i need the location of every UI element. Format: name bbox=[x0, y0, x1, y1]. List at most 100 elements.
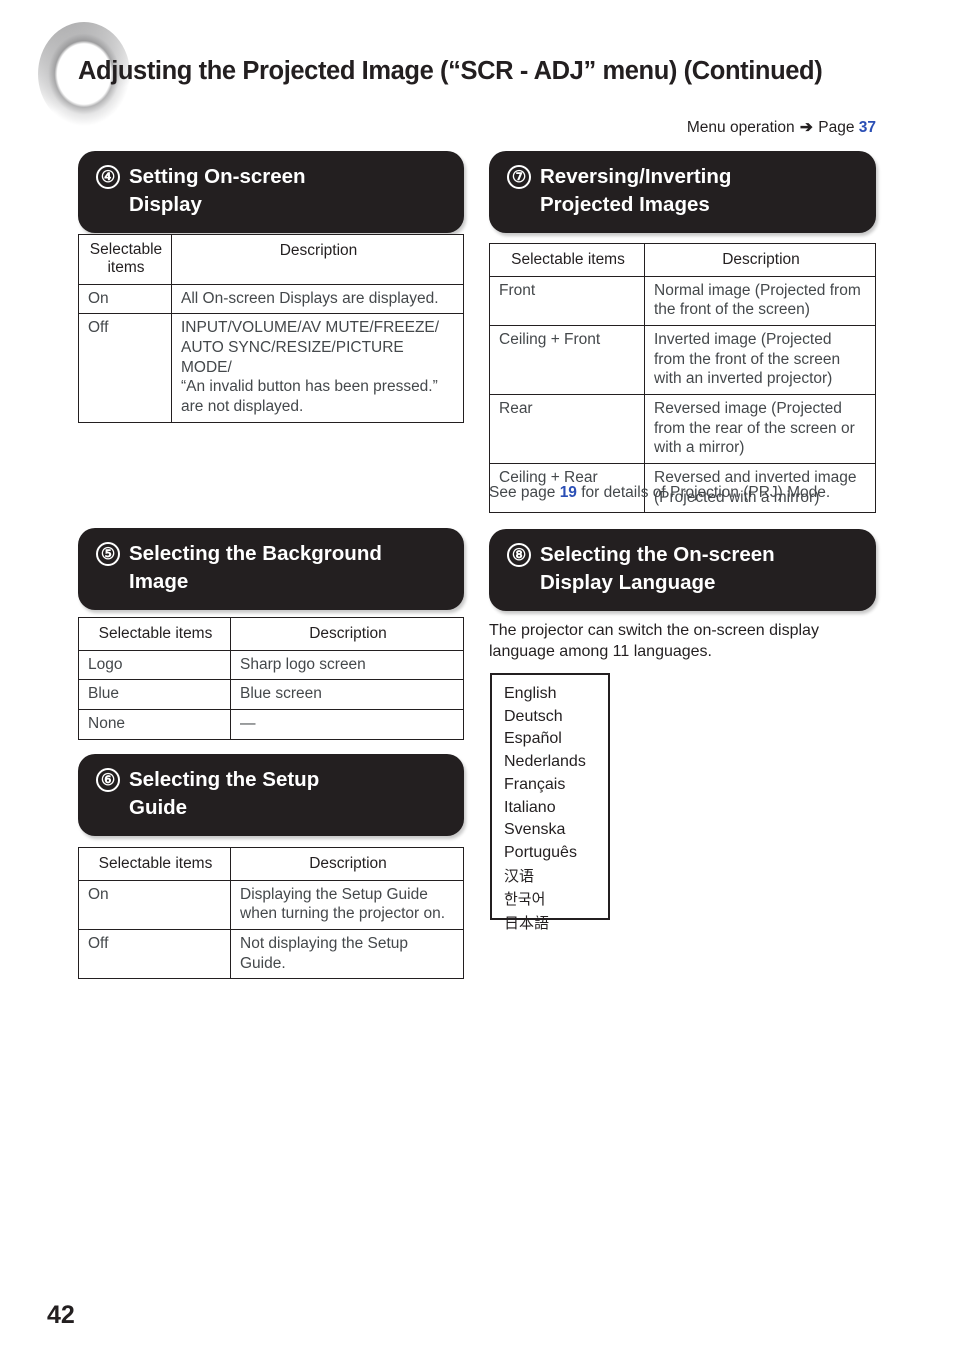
cell-item: Blue bbox=[78, 679, 231, 711]
page-header: Adjusting the Projected Image (“SCR - AD… bbox=[0, 0, 954, 150]
table-header-row: Selectable items Description bbox=[78, 847, 464, 881]
col-header-selectable-items: Selectable items bbox=[78, 847, 231, 881]
language-item[interactable]: 한국어 bbox=[504, 888, 598, 912]
language-item[interactable]: Deutsch bbox=[504, 706, 598, 729]
menu-operation-page-word: Page bbox=[818, 119, 855, 136]
col-header-description: Description bbox=[644, 243, 876, 277]
language-list-box[interactable]: English Deutsch Español Nederlands Franç… bbox=[490, 673, 610, 932]
section-header-pill: ⑤ Selecting the Background Image bbox=[78, 528, 464, 610]
table-row: Off Not displaying the Setup Guide. bbox=[78, 929, 464, 980]
language-description-paragraph: The projector can switch the on-screen d… bbox=[489, 622, 819, 661]
cell-item: None bbox=[78, 709, 231, 740]
section-title-7: Reversing/Inverting Projected Images bbox=[540, 163, 860, 220]
section-number-badge-7: ⑦ bbox=[507, 165, 531, 189]
section-title-8: Selecting the On-screen Display Language bbox=[540, 541, 860, 598]
section-header-pill: ⑥ Selecting the Setup Guide bbox=[78, 754, 464, 836]
language-item[interactable]: English bbox=[504, 683, 598, 706]
table-reversing-inverting-projected-images: Selectable items Description Front Norma… bbox=[489, 243, 876, 514]
table-row: Front Normal image (Projected from the f… bbox=[489, 275, 876, 327]
language-item[interactable]: Svenska bbox=[504, 819, 598, 842]
section-title-line2: Display bbox=[129, 193, 202, 217]
right-arrow-icon: ➔ bbox=[799, 119, 813, 136]
language-item[interactable]: Español bbox=[504, 728, 598, 751]
section-title-6: Selecting the Setup Guide bbox=[129, 766, 448, 823]
footnote-suffix: for details of Projection (PRJ) Mode. bbox=[576, 484, 831, 501]
language-item[interactable]: Português bbox=[504, 842, 598, 865]
cell-item: Rear bbox=[489, 394, 645, 465]
menu-operation-label: Menu operation bbox=[686, 119, 795, 136]
section-title-line1: Reversing/Inverting bbox=[540, 165, 732, 188]
cell-item: Logo bbox=[78, 649, 231, 681]
table-setting-on-screen-display: Selectable items Description On All On-s… bbox=[78, 234, 464, 423]
section-title-line1: Selecting the Background bbox=[129, 542, 382, 565]
section-number-badge-4: ④ bbox=[96, 165, 120, 189]
selectable-items-table: Selectable items Description On Displayi… bbox=[78, 847, 464, 980]
selectable-items-table: Selectable items Description Front Norma… bbox=[489, 243, 876, 514]
cell-description: Reversed image (Projected from the rear … bbox=[644, 394, 876, 465]
language-item[interactable]: 日本語 bbox=[504, 912, 598, 936]
table-row: Rear Reversed image (Projected from the … bbox=[489, 394, 876, 465]
section-title-line2: Image bbox=[129, 570, 189, 594]
col-header-description: Description bbox=[171, 234, 464, 285]
section-selecting-setup-guide: ⑥ Selecting the Setup Guide bbox=[78, 754, 464, 836]
language-item[interactable]: 汉语 bbox=[504, 865, 598, 889]
col-header-description: Description bbox=[230, 617, 464, 651]
col-header-selectable-items: Selectable items bbox=[489, 243, 645, 277]
menu-operation-reference: Menu operation ➔ Page 37 bbox=[687, 118, 876, 137]
table-selecting-background-image: Selectable items Description Logo Sharp … bbox=[78, 617, 464, 740]
selectable-items-table: Selectable items Description On All On-s… bbox=[78, 234, 464, 423]
table-row: Logo Sharp logo screen bbox=[78, 649, 464, 681]
table-row: None — bbox=[78, 709, 464, 740]
cell-item: Off bbox=[78, 929, 231, 980]
section-header-pill: ⑦ Reversing/Inverting Projected Images bbox=[489, 151, 876, 233]
col-header-description: Description bbox=[230, 847, 464, 881]
section-title-line2: Display Language bbox=[540, 571, 716, 595]
col-header-selectable-items: Selectable items bbox=[78, 234, 172, 285]
menu-operation-page-ref[interactable]: 37 bbox=[859, 119, 876, 136]
table-row: Off INPUT/VOLUME/AV MUTE/FREEZE/ AUTO SY… bbox=[78, 313, 464, 423]
section-title-line1: Setting On-screen bbox=[129, 165, 306, 188]
projection-mode-footnote: See page 19 for details of Projection (P… bbox=[489, 484, 830, 502]
footnote-prefix: See page bbox=[489, 484, 560, 501]
cell-description: Normal image (Projected from the front o… bbox=[644, 275, 876, 327]
section-number-badge-8: ⑧ bbox=[507, 543, 531, 567]
cell-item: Ceiling + Front bbox=[489, 325, 645, 396]
section-header-pill: ④ Setting On-screen Display bbox=[78, 151, 464, 233]
cell-description: Not displaying the Setup Guide. bbox=[230, 929, 464, 980]
section-title-line1: Selecting the On-screen bbox=[540, 543, 775, 566]
cell-item: Front bbox=[489, 275, 645, 327]
section-title-line2: Guide bbox=[129, 796, 188, 820]
table-header-row: Selectable items Description bbox=[78, 234, 464, 285]
language-item[interactable]: Nederlands bbox=[504, 751, 598, 774]
language-item[interactable]: Italiano bbox=[504, 797, 598, 820]
cell-description: Inverted image (Projected from the front… bbox=[644, 325, 876, 396]
cell-item: On bbox=[78, 283, 172, 315]
cell-description: All On-screen Displays are displayed. bbox=[171, 283, 464, 315]
table-header-row: Selectable items Description bbox=[489, 243, 876, 277]
page-title: Adjusting the Projected Image (“SCR - AD… bbox=[78, 57, 823, 85]
footnote-page-ref[interactable]: 19 bbox=[560, 484, 577, 501]
section-setting-on-screen-display: ④ Setting On-screen Display bbox=[78, 151, 464, 233]
section-header-pill: ⑧ Selecting the On-screen Display Langua… bbox=[489, 529, 876, 611]
section-title-4: Setting On-screen Display bbox=[129, 163, 448, 220]
section-title-5: Selecting the Background Image bbox=[129, 540, 448, 597]
table-selecting-setup-guide: Selectable items Description On Displayi… bbox=[78, 847, 464, 980]
section-selecting-background-image: ⑤ Selecting the Background Image bbox=[78, 528, 464, 610]
section-selecting-on-screen-display-language: ⑧ Selecting the On-screen Display Langua… bbox=[489, 529, 876, 611]
cell-description: Sharp logo screen bbox=[230, 649, 464, 681]
table-row: Blue Blue screen bbox=[78, 679, 464, 711]
cell-item: On bbox=[78, 879, 231, 931]
cell-description: — bbox=[230, 709, 464, 740]
cell-item: Off bbox=[78, 313, 172, 423]
language-item[interactable]: Français bbox=[504, 774, 598, 797]
section-number-badge-6: ⑥ bbox=[96, 768, 120, 792]
table-row: On All On-screen Displays are displayed. bbox=[78, 283, 464, 315]
col-header-selectable-items: Selectable items bbox=[78, 617, 231, 651]
cell-description: Blue screen bbox=[230, 679, 464, 711]
page-number: 42 bbox=[47, 1301, 75, 1329]
table-row: Ceiling + Front Inverted image (Projecte… bbox=[489, 325, 876, 396]
section-reversing-inverting-projected-images: ⑦ Reversing/Inverting Projected Images bbox=[489, 151, 876, 233]
table-header-row: Selectable items Description bbox=[78, 617, 464, 651]
table-row: On Displaying the Setup Guide when turni… bbox=[78, 879, 464, 931]
selectable-items-table: Selectable items Description Logo Sharp … bbox=[78, 617, 464, 740]
